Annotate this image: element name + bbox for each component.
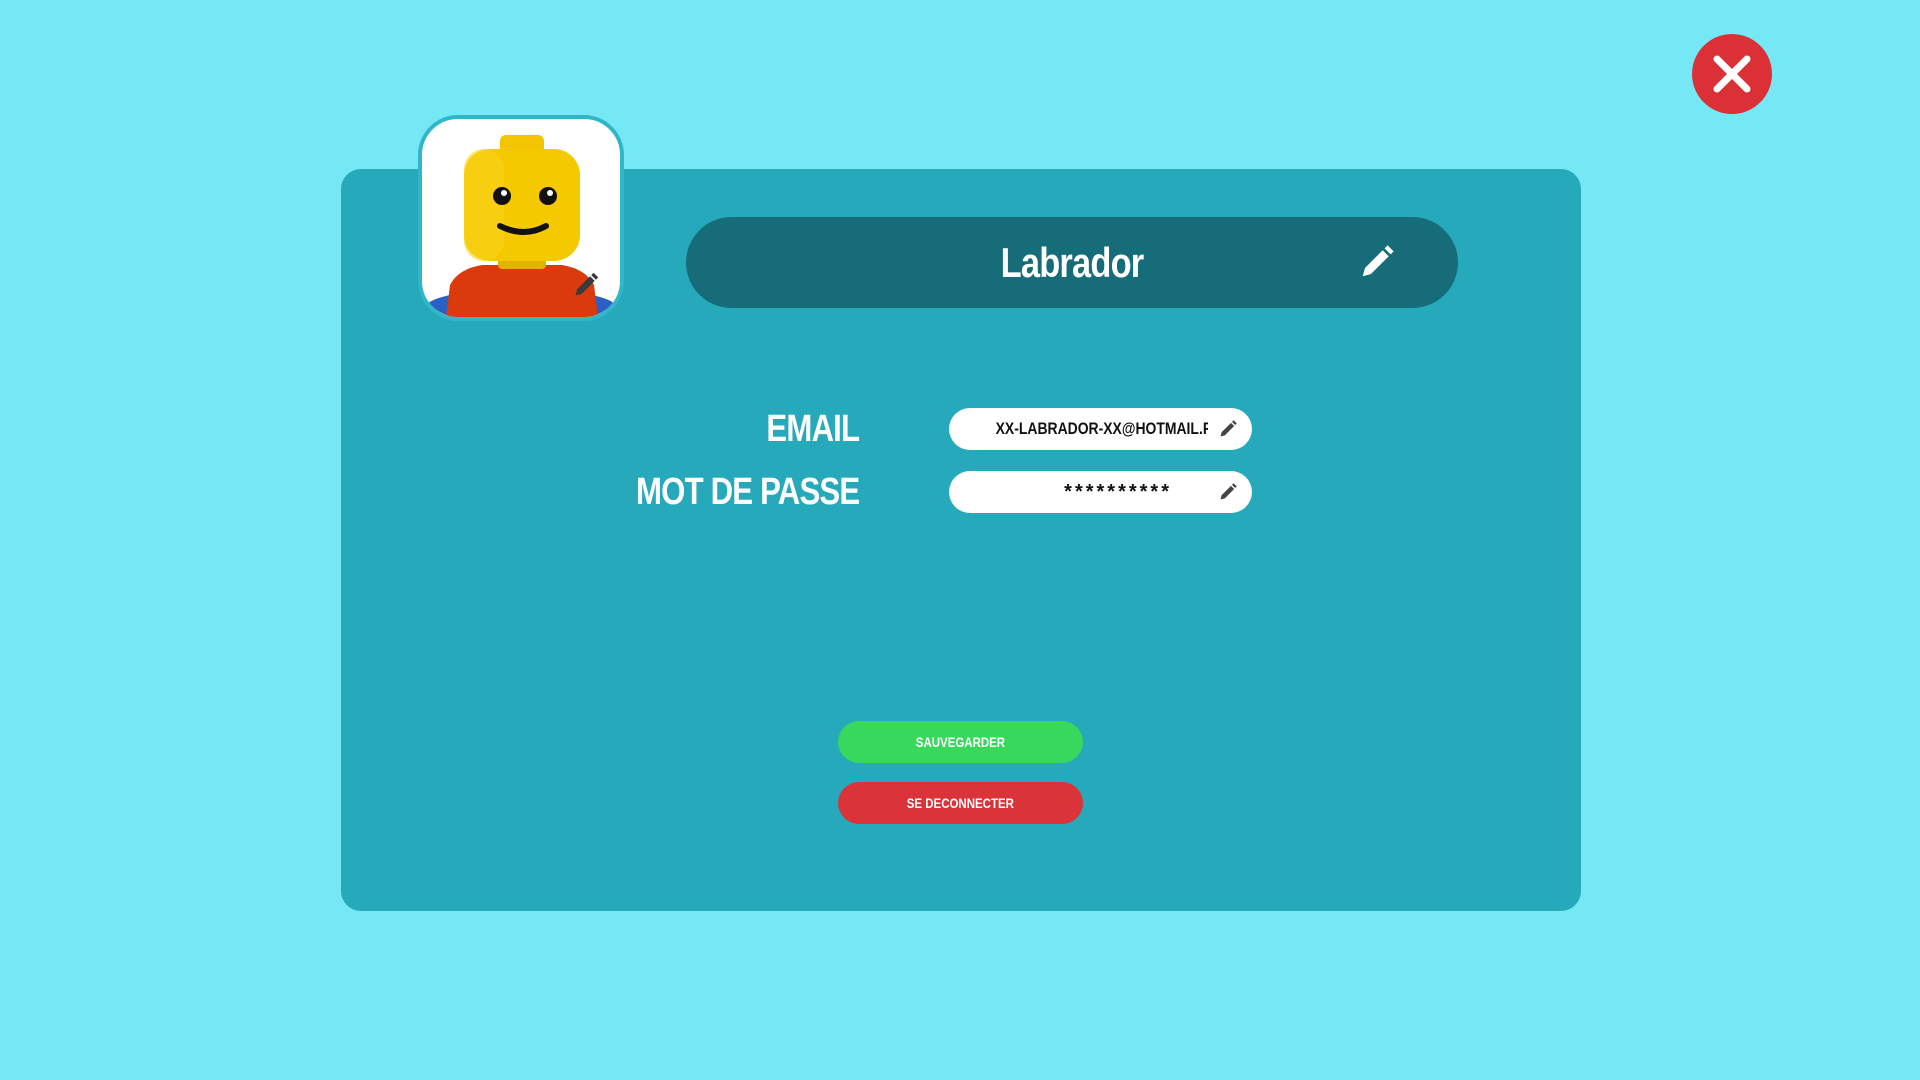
logout-button-label: SE DECONNECTER	[906, 795, 1015, 811]
email-value: XX-LABRADOR-XX@HOTMAIL.FR	[995, 419, 1208, 438]
avatar-button[interactable]	[418, 115, 624, 321]
password-edit-icon[interactable]	[1218, 482, 1238, 502]
close-button[interactable]	[1692, 34, 1772, 114]
password-label: MOT DE PASSE	[635, 471, 860, 513]
password-value: **********	[1064, 480, 1172, 503]
password-field[interactable]: **********	[949, 471, 1252, 513]
logout-button[interactable]: SE DECONNECTER	[838, 782, 1083, 824]
avatar-edit-icon	[575, 272, 599, 296]
save-button-label: SAUVEGARDER	[915, 734, 1006, 750]
close-icon	[1713, 55, 1751, 93]
username-bar: Labrador	[686, 217, 1458, 308]
username-text: Labrador	[1000, 238, 1145, 286]
email-edit-icon[interactable]	[1218, 419, 1238, 439]
save-button[interactable]: SAUVEGARDER	[838, 721, 1083, 763]
email-label: EMAIL	[766, 408, 860, 450]
email-field[interactable]: XX-LABRADOR-XX@HOTMAIL.FR	[949, 408, 1252, 450]
username-edit-icon[interactable]	[1358, 243, 1396, 281]
